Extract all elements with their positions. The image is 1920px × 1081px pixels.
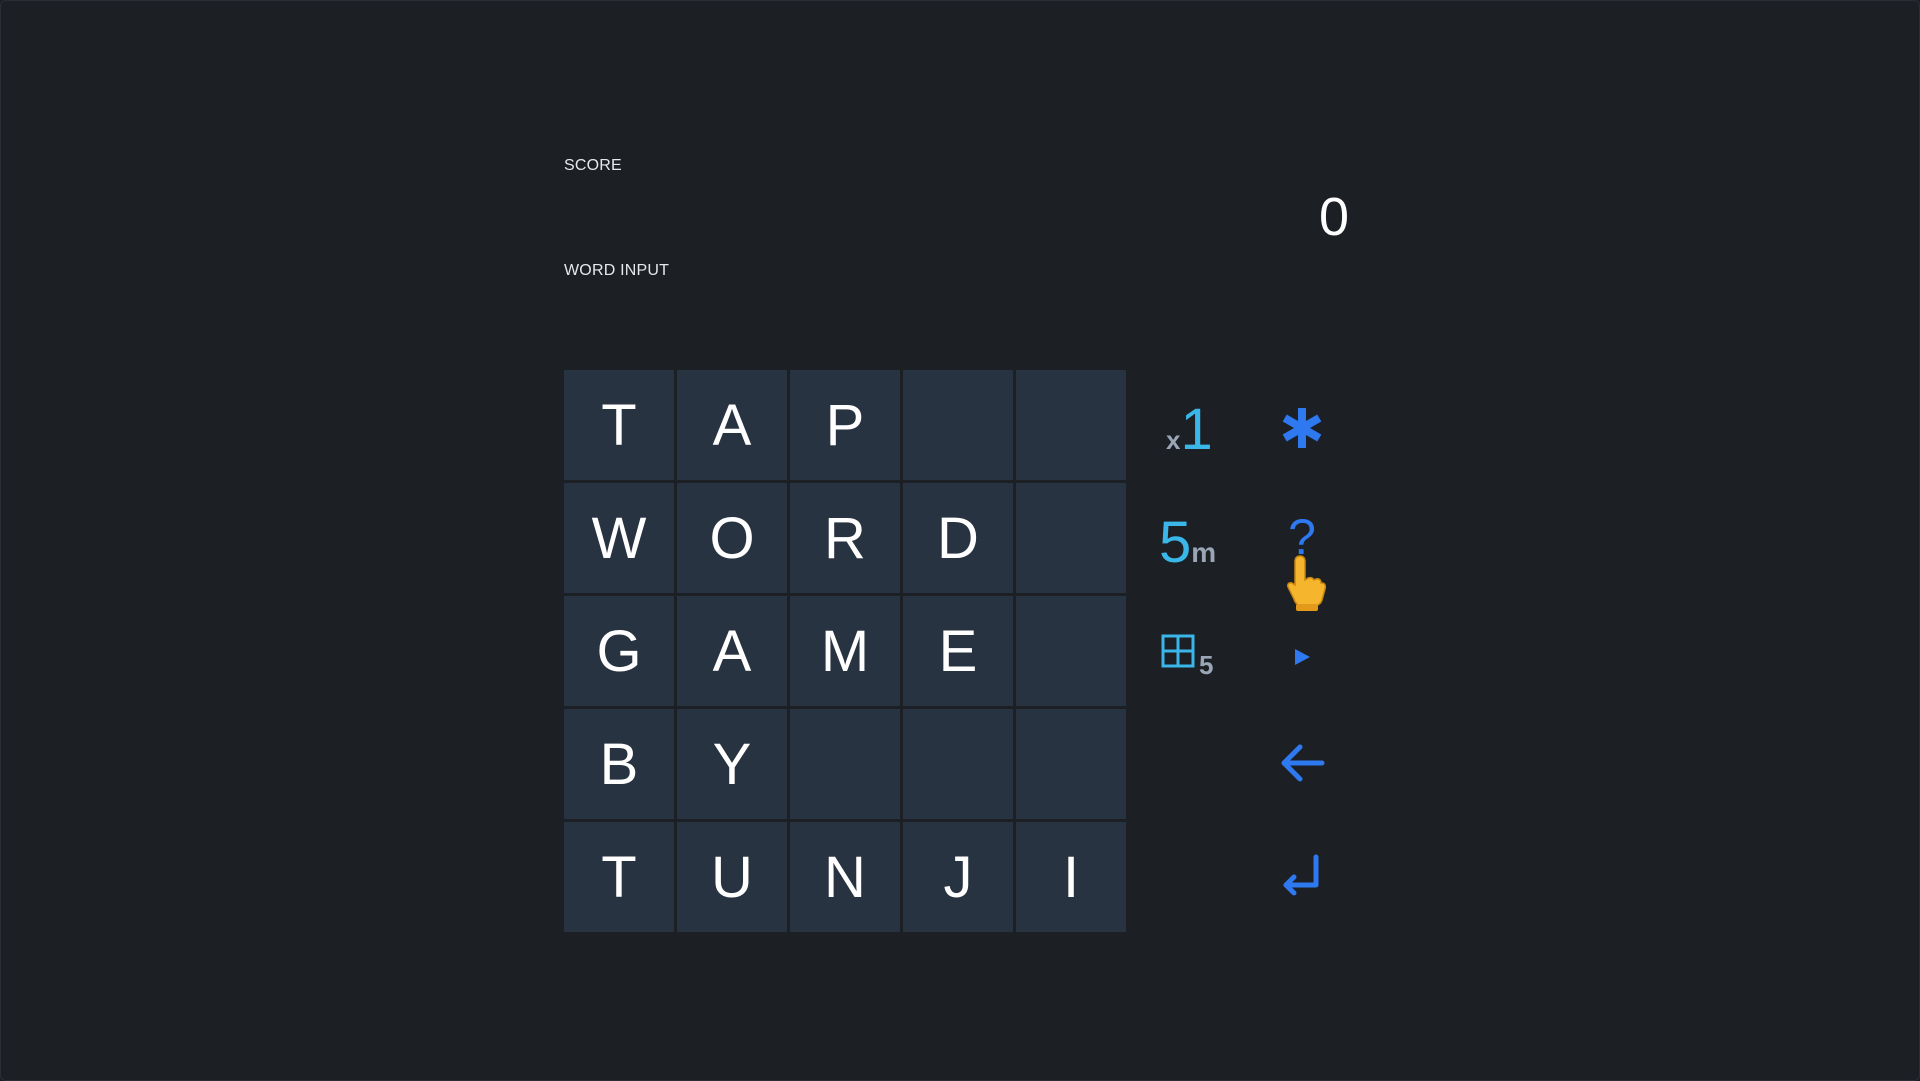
letter-tile[interactable]: P [790, 370, 900, 480]
letter-tile[interactable] [903, 709, 1013, 819]
letter-tile[interactable]: J [903, 822, 1013, 932]
special-action-button[interactable] [1276, 402, 1328, 454]
timer-value: 5 [1159, 510, 1192, 575]
timer-unit: m [1191, 537, 1217, 568]
letter-tile[interactable] [790, 709, 900, 819]
letter-tile[interactable]: R [790, 483, 900, 593]
letter-tile[interactable] [1016, 370, 1126, 480]
letter-tile[interactable]: W [564, 483, 674, 593]
score-value: 0 [1318, 187, 1349, 247]
play-button[interactable] [1276, 631, 1328, 683]
letter-tile[interactable] [903, 370, 1013, 480]
letter-tile[interactable]: N [790, 822, 900, 932]
letter-tile[interactable]: A [677, 370, 787, 480]
enter-return-icon [1283, 854, 1319, 896]
letter-tile[interactable] [1016, 483, 1126, 593]
multiplier-value: 1 [1180, 397, 1213, 462]
letter-tile[interactable]: D [903, 483, 1013, 593]
letter-board: T A P W O R D G A M E B Y T U N J I [564, 370, 1126, 932]
letter-tile[interactable]: A [677, 596, 787, 706]
play-icon [1295, 649, 1310, 665]
letter-tile[interactable]: E [903, 596, 1013, 706]
letter-tile[interactable]: T [564, 370, 674, 480]
letter-tile[interactable]: Y [677, 709, 787, 819]
letter-tile[interactable]: I [1016, 822, 1126, 932]
grid-size-value: 5 [1199, 650, 1214, 680]
backspace-button[interactable] [1276, 737, 1328, 789]
pointing-hand-icon [1287, 555, 1326, 611]
score-label: SCORE [564, 157, 622, 174]
word-input-label: WORD INPUT [564, 262, 670, 279]
letter-tile[interactable]: B [564, 709, 674, 819]
timer-setting[interactable]: 5m [1159, 509, 1216, 576]
letter-tile[interactable]: T [564, 822, 674, 932]
letter-tile[interactable] [1016, 709, 1126, 819]
letter-tile[interactable] [1016, 596, 1126, 706]
grid-size-setting[interactable]: 5 [1161, 634, 1213, 680]
letter-tile[interactable]: M [790, 596, 900, 706]
multiplier-prefix: x [1166, 425, 1181, 455]
word-input-display [564, 291, 1124, 351]
letter-tile[interactable]: O [677, 483, 787, 593]
letter-tile[interactable]: U [677, 822, 787, 932]
arrow-left-icon [1281, 744, 1325, 782]
grid-icon [1161, 634, 1195, 668]
letter-tile[interactable]: G [564, 596, 674, 706]
score-multiplier: x1 [1166, 396, 1213, 463]
asterisk-icon [1282, 408, 1322, 448]
game-window: SCORE 0 WORD INPUT T A P W O R D G A M E… [0, 0, 1920, 1081]
submit-word-button[interactable] [1276, 849, 1328, 901]
